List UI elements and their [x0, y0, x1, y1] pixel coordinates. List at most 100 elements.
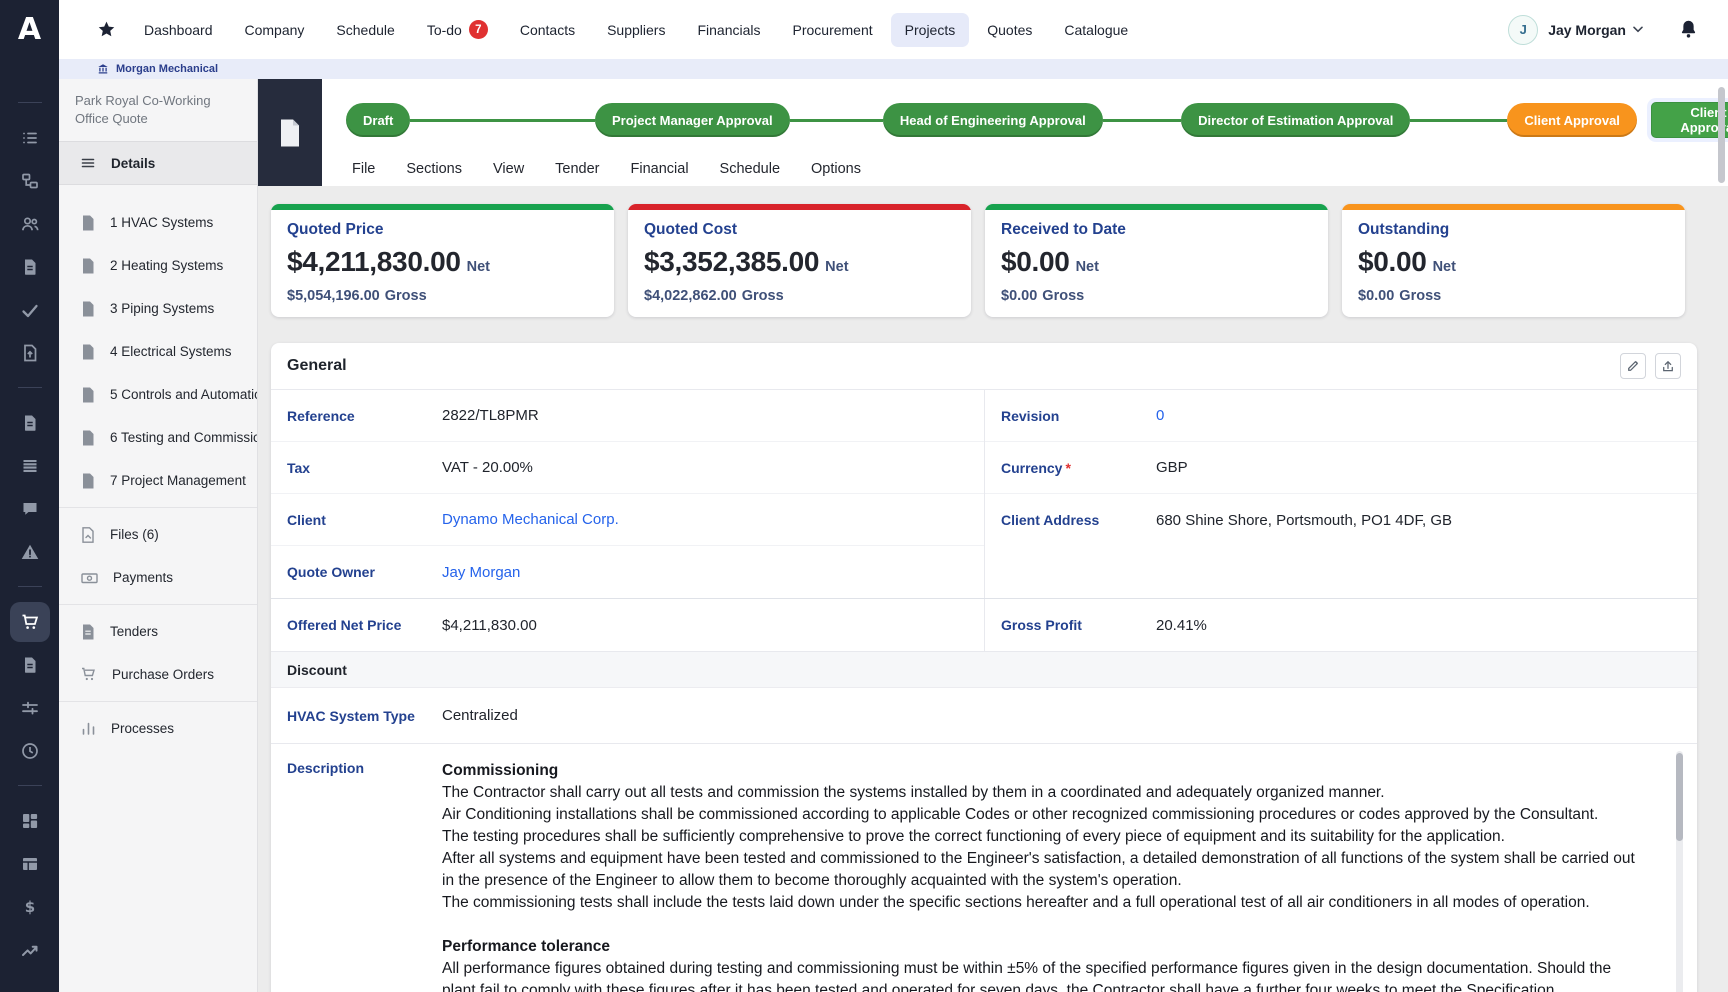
- sidebar-item-label: Processes: [111, 721, 174, 736]
- breadcrumb-company[interactable]: Morgan Mechanical: [116, 63, 218, 75]
- hamburger-icon: [80, 155, 96, 171]
- kpi-gross-amount: $5,054,196.00: [287, 288, 380, 304]
- dollar-icon[interactable]: $: [10, 885, 50, 928]
- field-value: 2822/TL8PMR: [442, 407, 539, 424]
- nav-item-contacts[interactable]: Contacts: [506, 13, 589, 47]
- nav-item-schedule[interactable]: Schedule: [322, 13, 408, 47]
- discount-label: Discount: [287, 662, 347, 678]
- check-icon[interactable]: [10, 288, 50, 331]
- nav-item-quotes[interactable]: Quotes: [973, 13, 1046, 47]
- nav-item-todo[interactable]: To-do7: [413, 11, 502, 48]
- export-button[interactable]: [1655, 353, 1681, 379]
- sidebar-item-processes[interactable]: Processes: [59, 707, 257, 750]
- kpi-cards: Quoted Price $4,211,830.00Net $5,054,196…: [271, 204, 1728, 317]
- step-draft[interactable]: Draft: [346, 103, 410, 137]
- nav-items: Dashboard Company Schedule To-do7 Contac…: [130, 11, 1142, 48]
- step-project-manager-approval[interactable]: Project Manager Approval: [595, 103, 790, 137]
- list-icon[interactable]: [10, 116, 50, 159]
- kpi-amount: $0.00: [1358, 246, 1427, 277]
- pricing-row: Offered Net Price $4,211,830.00 Gross Pr…: [271, 599, 1697, 652]
- file-text-icon[interactable]: [10, 401, 50, 444]
- menu-schedule[interactable]: Schedule: [720, 161, 780, 177]
- step-head-of-engineering-approval[interactable]: Head of Engineering Approval: [883, 103, 1103, 137]
- nav-item-dashboard[interactable]: Dashboard: [130, 13, 227, 47]
- sliders-icon[interactable]: [10, 686, 50, 729]
- sidebar-item-tenders[interactable]: Tenders: [59, 610, 257, 653]
- notifications-bell-icon[interactable]: [1679, 19, 1698, 40]
- menu-tender[interactable]: Tender: [555, 161, 599, 177]
- quote-document-tab[interactable]: [258, 79, 322, 186]
- document-icon[interactable]: [10, 245, 50, 288]
- menu-view[interactable]: View: [493, 161, 524, 177]
- file-icon: [81, 344, 95, 360]
- sidebar-section-controls-automation[interactable]: 5 Controls and Automation: [59, 373, 257, 416]
- sidebar-item-label: 6 Testing and Commissioning: [110, 430, 257, 445]
- sidebar-item-details[interactable]: Details: [59, 141, 257, 185]
- kpi-net-value: $4,211,830.00Net: [287, 246, 598, 278]
- nav-item-company[interactable]: Company: [231, 13, 319, 47]
- grid-icon[interactable]: [10, 799, 50, 842]
- sidebar-item-files[interactable]: Files (6): [59, 513, 257, 556]
- chat-icon[interactable]: [10, 487, 50, 530]
- client-approval-button[interactable]: Client Approval: [1651, 102, 1728, 138]
- warning-icon[interactable]: [10, 530, 50, 573]
- users-icon[interactable]: [10, 202, 50, 245]
- menu-sections[interactable]: Sections: [406, 161, 462, 177]
- menu-financial[interactable]: Financial: [631, 161, 689, 177]
- trend-icon[interactable]: [10, 928, 50, 971]
- menu-options[interactable]: Options: [811, 161, 861, 177]
- page-scrollbar[interactable]: [1718, 87, 1725, 183]
- kpi-amount: $3,352,385.00: [644, 246, 819, 277]
- fields-right-column: Revision 0 Currency* GBP Client Address …: [984, 390, 1697, 598]
- fields-left-column: Reference 2822/TL8PMR Tax VAT - 20.00% C…: [271, 390, 984, 598]
- nav-item-financials[interactable]: Financials: [683, 13, 774, 47]
- general-title: General: [287, 357, 1611, 375]
- field-currency: Currency* GBP: [985, 442, 1697, 494]
- kpi-amount: $4,211,830.00: [287, 246, 461, 277]
- nav-item-projects[interactable]: Projects: [891, 13, 970, 47]
- step-director-of-estimation-approval[interactable]: Director of Estimation Approval: [1181, 103, 1410, 137]
- sidebar-section-piping-systems[interactable]: 3 Piping Systems: [59, 287, 257, 330]
- kpi-gross-amount: $0.00: [1001, 288, 1037, 304]
- avatar[interactable]: J: [1508, 15, 1538, 45]
- step-client-approval[interactable]: Client Approval: [1507, 103, 1637, 137]
- sidebar-section-heating-systems[interactable]: 2 Heating Systems: [59, 244, 257, 287]
- hierarchy-icon[interactable]: [10, 159, 50, 202]
- sidebar-section-hvac-systems[interactable]: 1 HVAC Systems: [59, 201, 257, 244]
- table-icon[interactable]: [10, 842, 50, 885]
- field-gross-profit: Gross Profit 20.41%: [984, 599, 1697, 651]
- user-menu[interactable]: J Jay Morgan: [1508, 15, 1728, 45]
- sidebar-section-electrical-systems[interactable]: 4 Electrical Systems: [59, 330, 257, 373]
- description-line: The testing procedures shall be sufficie…: [442, 826, 1643, 848]
- favorites-star-icon[interactable]: [97, 20, 116, 39]
- user-name[interactable]: Jay Morgan: [1548, 22, 1626, 38]
- nav-item-procurement[interactable]: Procurement: [779, 13, 887, 47]
- cart-icon[interactable]: [10, 602, 50, 642]
- edit-button[interactable]: [1620, 353, 1646, 379]
- client-link[interactable]: Dynamo Mechanical Corp.: [442, 511, 619, 528]
- rows-icon[interactable]: [10, 444, 50, 487]
- quote-sidebar: Park Royal Co-Working Office Quote Detai…: [59, 79, 258, 992]
- sidebar-item-purchase-orders[interactable]: Purchase Orders: [59, 653, 257, 696]
- description-scrollbar[interactable]: [1676, 751, 1683, 992]
- clock-icon[interactable]: [10, 729, 50, 772]
- general-fields: Reference 2822/TL8PMR Tax VAT - 20.00% C…: [271, 390, 1697, 599]
- file-icon[interactable]: [10, 643, 50, 686]
- description-scrollbar-thumb[interactable]: [1676, 753, 1683, 841]
- sidebar-item-payments[interactable]: Payments: [59, 556, 257, 599]
- file-icon: [81, 301, 95, 317]
- menu-file[interactable]: File: [352, 161, 375, 177]
- quote-content: Quoted Price $4,211,830.00Net $5,054,196…: [258, 186, 1728, 992]
- sidebar-section-project-management[interactable]: 7 Project Management: [59, 459, 257, 502]
- app-logo[interactable]: A: [0, 0, 59, 59]
- revision-link[interactable]: 0: [1156, 407, 1164, 424]
- sidebar-divider: [59, 701, 257, 702]
- nav-label: To-do: [427, 22, 462, 38]
- sidebar-item-label: 4 Electrical Systems: [110, 344, 232, 359]
- nav-item-catalogue[interactable]: Catalogue: [1050, 13, 1142, 47]
- file-upload-icon[interactable]: [10, 331, 50, 374]
- sidebar-section-testing-commissioning[interactable]: 6 Testing and Commissioning: [59, 416, 257, 459]
- nav-item-suppliers[interactable]: Suppliers: [593, 13, 679, 47]
- field-value: VAT - 20.00%: [442, 459, 533, 476]
- quote-owner-link[interactable]: Jay Morgan: [442, 564, 520, 581]
